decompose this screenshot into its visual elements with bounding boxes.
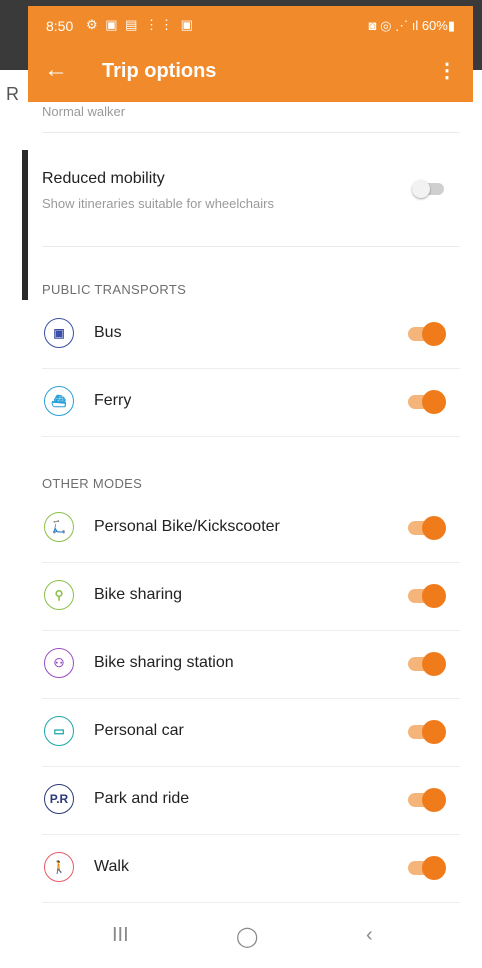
mode-label: Park and ride bbox=[94, 790, 190, 807]
status-time: 8:50 bbox=[46, 18, 74, 34]
more-options-icon[interactable]: ⋮ bbox=[437, 58, 457, 83]
reduced-mobility-title: Reduced mobility bbox=[42, 170, 165, 187]
page-title: Trip options bbox=[102, 60, 217, 82]
bike-sharing-toggle[interactable] bbox=[408, 584, 446, 608]
bike-sharing-icon: ⚲ bbox=[44, 580, 74, 610]
mode-row-personal-car[interactable]: ▭ Personal car bbox=[42, 698, 460, 767]
mode-label: Bike sharing station bbox=[94, 654, 234, 671]
walk-toggle[interactable] bbox=[408, 856, 446, 880]
walker-speed-row[interactable]: Normal walker bbox=[42, 102, 460, 133]
mode-label: Personal Bike/Kickscooter bbox=[94, 518, 280, 535]
behind-app-letter: R bbox=[6, 84, 19, 104]
mode-row-walk[interactable]: 🚶 Walk bbox=[42, 834, 460, 903]
home-button[interactable]: ◯ bbox=[236, 924, 258, 949]
mode-row-personal-bike[interactable]: 🛴 Personal Bike/Kickscooter bbox=[42, 494, 460, 563]
bike-station-toggle[interactable] bbox=[408, 652, 446, 676]
park-and-ride-icon: P.R bbox=[44, 784, 74, 814]
mode-row-park-and-ride[interactable]: P.R Park and ride bbox=[42, 766, 460, 835]
notification-icons: ⚙ ▣ ▤ ⋮⋮ ▣ bbox=[86, 17, 195, 32]
bus-toggle[interactable] bbox=[408, 322, 446, 346]
mode-row-bike-sharing[interactable]: ⚲ Bike sharing bbox=[42, 562, 460, 631]
mode-label: Bus bbox=[94, 324, 122, 341]
walker-speed-label: Normal walker bbox=[42, 104, 126, 119]
status-bar: 8:50 ⚙ ▣ ▤ ⋮⋮ ▣ ◙ ◎ ⋰ ıl 60%▮ bbox=[28, 6, 473, 46]
car-icon: ▭ bbox=[44, 716, 74, 746]
reduced-mobility-subtitle: Show itineraries suitable for wheelchair… bbox=[42, 196, 274, 211]
bike-kickscooter-icon: 🛴 bbox=[44, 512, 74, 542]
bike-station-icon: ⚇ bbox=[44, 648, 74, 678]
mode-label: Ferry bbox=[94, 392, 132, 409]
mode-label: Walk bbox=[94, 858, 129, 875]
other-modes-header: OTHER MODES bbox=[42, 476, 143, 491]
app-bar: 8:50 ⚙ ▣ ▤ ⋮⋮ ▣ ◙ ◎ ⋰ ıl 60%▮ ← Trip opt… bbox=[28, 6, 473, 102]
public-transports-header: PUBLIC TRANSPORTS bbox=[42, 282, 187, 297]
recents-button[interactable]: III bbox=[112, 924, 129, 947]
personal-bike-toggle[interactable] bbox=[408, 516, 446, 540]
system-nav-bar: III ◯ ‹ bbox=[28, 906, 473, 966]
mode-label: Personal car bbox=[94, 722, 184, 739]
bus-icon: ▣ bbox=[44, 318, 74, 348]
mode-row-bus[interactable]: ▣ Bus bbox=[42, 300, 460, 369]
walk-icon: 🚶 bbox=[44, 852, 74, 882]
reduced-mobility-toggle[interactable] bbox=[412, 180, 446, 198]
mode-row-ferry[interactable]: ⛴ Ferry bbox=[42, 368, 460, 437]
mode-row-bike-station[interactable]: ⚇ Bike sharing station bbox=[42, 630, 460, 699]
personal-car-toggle[interactable] bbox=[408, 720, 446, 744]
back-arrow-icon[interactable]: ← bbox=[44, 56, 68, 84]
ferry-icon: ⛴ bbox=[44, 386, 74, 416]
reduced-mobility-row[interactable]: Reduced mobility Show itineraries suitab… bbox=[42, 170, 460, 247]
screen-backdrop-left bbox=[0, 0, 28, 968]
phone-screen: 8:50 ⚙ ▣ ▤ ⋮⋮ ▣ ◙ ◎ ⋰ ıl 60%▮ ← Trip opt… bbox=[28, 6, 473, 966]
status-right-indicators: ◙ ◎ ⋰ ıl 60%▮ bbox=[368, 18, 455, 33]
mode-label: Bike sharing bbox=[94, 586, 183, 603]
back-button[interactable]: ‹ bbox=[366, 924, 373, 947]
ferry-toggle[interactable] bbox=[408, 390, 446, 414]
park-and-ride-toggle[interactable] bbox=[408, 788, 446, 812]
